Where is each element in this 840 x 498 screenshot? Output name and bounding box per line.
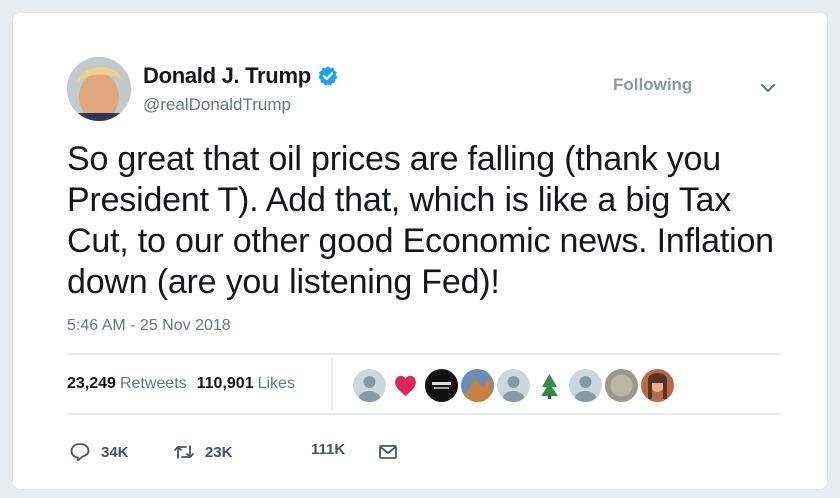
tweet-card: Donald J. Trump @realDonaldTrump Followi… xyxy=(12,12,828,490)
tweet-stats: 23,249 Retweets 110,901 Likes xyxy=(67,375,295,393)
reply-count: 34K xyxy=(101,443,129,461)
following-button[interactable]: Following xyxy=(613,75,692,95)
retweets-label: Retweets xyxy=(119,375,187,392)
chevron-down-icon[interactable] xyxy=(759,79,777,97)
avatar[interactable] xyxy=(67,57,131,121)
divider xyxy=(67,353,781,355)
likes-stat[interactable]: 110,901 Likes xyxy=(197,375,295,393)
liker-avatar[interactable] xyxy=(569,369,602,402)
likes-count: 110,901 xyxy=(196,375,254,392)
likes-label: Likes xyxy=(257,375,295,392)
retweets-stat[interactable]: 23,249 Retweets xyxy=(67,375,187,393)
liker-avatar[interactable] xyxy=(461,369,494,402)
like-count: 111K xyxy=(311,441,346,458)
reply-button[interactable]: 34K xyxy=(69,441,129,463)
tweet-text: So great that oil prices are falling (th… xyxy=(67,140,774,301)
envelope-icon xyxy=(379,445,397,459)
liker-avatar[interactable] xyxy=(641,369,674,402)
tweet-timestamp[interactable]: 5:46 AM - 25 Nov 2018 xyxy=(67,317,231,335)
liker-avatar[interactable] xyxy=(497,369,530,402)
display-name-text[interactable]: Donald J. Trump xyxy=(143,63,311,89)
divider xyxy=(67,413,781,415)
verified-badge-icon xyxy=(317,65,339,87)
retweet-icon xyxy=(174,445,194,459)
user-handle[interactable]: @realDonaldTrump xyxy=(143,95,291,115)
retweet-button[interactable]: 23K xyxy=(173,441,233,463)
display-name[interactable]: Donald J. Trump xyxy=(143,63,339,89)
divider xyxy=(331,357,333,411)
liker-avatar[interactable] xyxy=(353,369,386,402)
liker-avatar[interactable] xyxy=(425,369,458,402)
likers-avatars xyxy=(353,369,674,402)
like-button[interactable]: 111K xyxy=(311,441,345,458)
liker-avatar[interactable] xyxy=(605,369,638,402)
heart-icon[interactable] xyxy=(389,369,422,402)
reply-icon xyxy=(70,443,90,462)
retweets-count: 23,249 xyxy=(67,375,116,392)
retweet-count: 23K xyxy=(205,443,233,461)
tree-icon[interactable] xyxy=(533,369,566,402)
direct-message-button[interactable] xyxy=(377,441,399,463)
